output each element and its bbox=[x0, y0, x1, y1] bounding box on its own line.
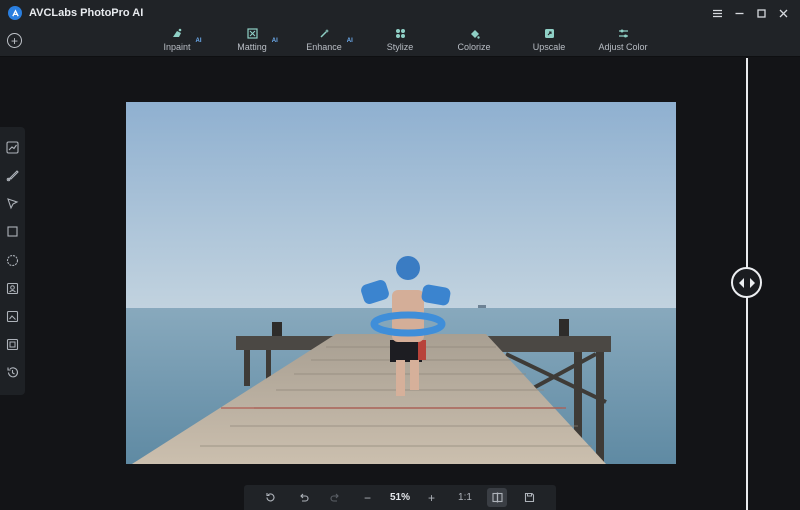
main-toolbar: + Inpaint AI Matting AI Enhance AI Stylize … bbox=[0, 26, 800, 57]
tool-label-colorize: Colorize bbox=[457, 42, 491, 52]
undo-icon[interactable] bbox=[297, 491, 310, 504]
adjust-color-icon bbox=[618, 29, 628, 38]
compare-icon[interactable] bbox=[487, 488, 507, 507]
brush-icon[interactable] bbox=[6, 169, 19, 182]
menu-icon[interactable] bbox=[706, 2, 728, 24]
tool-label-inpaint: Inpaint bbox=[163, 42, 191, 52]
chart-icon[interactable] bbox=[6, 141, 19, 154]
ai-badge: AI bbox=[271, 38, 278, 44]
reset-icon[interactable] bbox=[264, 491, 277, 504]
ai-badge: AI bbox=[195, 38, 202, 44]
title-bar: AVCLabs PhotoPro AI bbox=[0, 0, 800, 26]
upscale-icon bbox=[544, 29, 554, 38]
cursor-icon[interactable] bbox=[6, 197, 19, 210]
portrait-icon[interactable] bbox=[6, 282, 19, 295]
edited-photo[interactable] bbox=[126, 102, 676, 464]
app-title: AVCLabs PhotoPro AI bbox=[29, 7, 144, 19]
tool-label-adjust-color: Adjust Color bbox=[598, 42, 648, 52]
tool-inpaint[interactable]: Inpaint AI bbox=[159, 27, 202, 56]
app-logo-icon bbox=[8, 6, 22, 20]
plus-circle-icon[interactable]: + bbox=[7, 33, 22, 48]
left-right-arrows-icon bbox=[738, 277, 755, 288]
matting-icon bbox=[246, 28, 258, 39]
tool-label-stylize: Stylize bbox=[386, 42, 414, 52]
enhance-icon bbox=[319, 29, 329, 38]
save-icon[interactable] bbox=[523, 491, 536, 504]
tool-label-enhance: Enhance bbox=[306, 42, 342, 52]
tool-label-upscale: Upscale bbox=[532, 42, 566, 52]
tool-matting[interactable]: Matting AI bbox=[232, 27, 278, 56]
minimize-icon[interactable] bbox=[728, 2, 750, 24]
inpaint-icon bbox=[172, 28, 181, 37]
history-icon[interactable] bbox=[6, 366, 19, 379]
tool-label-matting: Matting bbox=[237, 42, 267, 52]
image-icon[interactable] bbox=[6, 310, 19, 323]
zoom-in-button[interactable]: + bbox=[425, 491, 438, 505]
zoom-level: 51% bbox=[389, 492, 410, 503]
actual-size-button[interactable]: 1:1 bbox=[456, 491, 474, 504]
tool-adjust-color[interactable]: Adjust Color bbox=[598, 27, 648, 56]
tool-upscale[interactable]: Upscale bbox=[532, 27, 566, 56]
tool-stylize[interactable]: Stylize bbox=[386, 27, 414, 56]
stylize-icon bbox=[395, 29, 405, 38]
redo-icon[interactable] bbox=[329, 491, 342, 504]
layers-icon[interactable] bbox=[6, 338, 19, 351]
tool-enhance[interactable]: Enhance AI bbox=[304, 27, 353, 56]
tool-colorize[interactable]: Colorize bbox=[457, 27, 491, 56]
ai-badge: AI bbox=[346, 38, 353, 44]
bottom-toolbar: − 51% + 1:1 bbox=[244, 485, 556, 510]
circle-icon[interactable] bbox=[6, 254, 19, 267]
close-icon[interactable] bbox=[772, 2, 794, 24]
compare-slider-handle[interactable] bbox=[731, 267, 762, 298]
maximize-icon[interactable] bbox=[750, 2, 772, 24]
side-toolbar bbox=[0, 127, 25, 395]
colorize-icon bbox=[470, 30, 480, 39]
rectangle-icon[interactable] bbox=[6, 225, 19, 238]
zoom-out-button[interactable]: − bbox=[361, 491, 374, 505]
